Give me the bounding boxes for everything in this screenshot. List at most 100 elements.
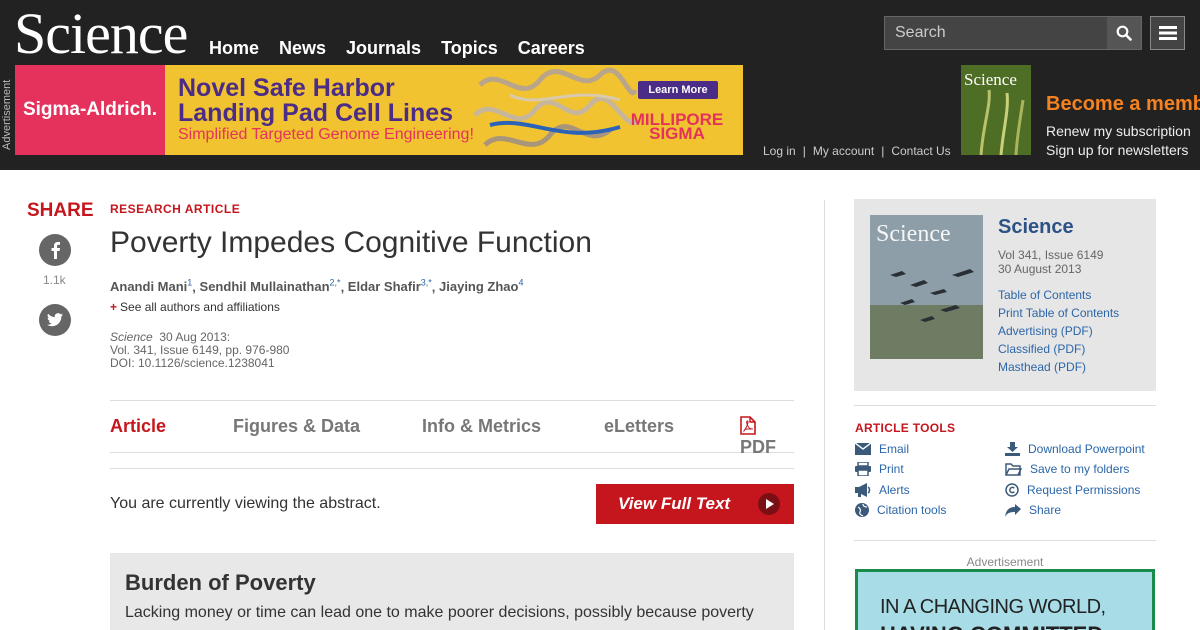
nav-news[interactable]: News (279, 38, 326, 59)
download-icon (1005, 442, 1020, 456)
advertisement-label: Advertisement (966, 555, 1044, 569)
article-type: RESEARCH ARTICLE (110, 202, 241, 216)
sidebar-ad-line2: HAVING COMMITTED (880, 622, 1103, 630)
print-toc-link[interactable]: Print Table of Contents (998, 304, 1119, 322)
renew-subscription-link[interactable]: Renew my subscription (1046, 122, 1191, 141)
twitter-icon (47, 313, 63, 327)
my-account-link[interactable]: My account (813, 144, 874, 158)
author-link[interactable]: Jiaying Zhao4 (439, 278, 523, 294)
birds-cover-image: Science (870, 215, 983, 359)
summary-title: Burden of Poverty (125, 570, 316, 595)
search-icon (1116, 25, 1132, 41)
folder-icon (1005, 462, 1022, 476)
tab-article[interactable]: Article (110, 416, 166, 437)
nav-topics[interactable]: Topics (441, 38, 498, 59)
become-member-link[interactable]: Become a member (1046, 93, 1200, 116)
issue-meta: Vol 341, Issue 6149 30 August 2013 (998, 248, 1103, 276)
user-links: Log in | My account | Contact Us (763, 144, 951, 158)
email-tool[interactable]: Email (855, 442, 909, 456)
tab-info-metrics[interactable]: Info & Metrics (422, 416, 541, 437)
facebook-share-count: 1.1k (43, 273, 66, 287)
banner-headline-line2: Landing Pad Cell Lines (178, 99, 454, 127)
tab-pdf[interactable]: PDF (740, 416, 794, 458)
sidebar-ad-line1: IN A CHANGING WORLD, (880, 596, 1106, 618)
editors-summary: Burden of Poverty Lacking money or time … (110, 553, 794, 630)
site-header: Science Home News Journals Topics Career… (0, 0, 1200, 170)
masthead-pdf-link[interactable]: Masthead (PDF) (998, 358, 1119, 376)
pdf-icon (740, 416, 756, 435)
subscription-links: Renew my subscription Sign up for newsle… (1046, 122, 1191, 160)
tab-pdf-label: PDF (740, 437, 776, 457)
svg-text:Science: Science (964, 70, 1017, 89)
magazine-cover-thumbnail[interactable]: Science (961, 65, 1031, 155)
learn-more-button[interactable]: Learn More (638, 81, 718, 99)
request-permissions-tool[interactable]: Request Permissions (1005, 483, 1140, 497)
alerts-tool[interactable]: Alerts (855, 483, 910, 497)
twitter-share-button[interactable] (39, 304, 71, 336)
science-logo[interactable]: Science (14, 2, 188, 66)
nav-home[interactable]: Home (209, 38, 259, 59)
banner-ad[interactable]: Sigma-Aldrich. Novel Safe Harbor Landing… (15, 65, 743, 155)
print-tool[interactable]: Print (855, 462, 904, 476)
banner-brand: Sigma-Aldrich. (15, 65, 165, 155)
author-list: Anandi Mani1, Sendhil Mullainathan2,*, E… (110, 278, 524, 295)
menu-button[interactable] (1150, 16, 1185, 50)
separator: | (881, 144, 885, 158)
advertising-pdf-link[interactable]: Advertising (PDF) (998, 322, 1119, 340)
alerts-label: Alerts (879, 483, 910, 497)
nav-careers[interactable]: Careers (518, 38, 585, 59)
issue-cover-image[interactable]: Science (870, 215, 983, 359)
view-full-text-label: View Full Text (618, 494, 731, 513)
citation-block: Science 30 Aug 2013: Vol. 341, Issue 614… (110, 331, 289, 370)
newsletters-link[interactable]: Sign up for newsletters (1046, 141, 1191, 160)
issue-journal-name[interactable]: Science (998, 216, 1074, 239)
citation-doi[interactable]: DOI: 10.1126/science.1238041 (110, 357, 289, 370)
share-arrow-icon (1005, 503, 1021, 517)
author-link[interactable]: Eldar Shafir3,* (348, 278, 432, 294)
article-tabs: Article Figures & Data Info & Metrics eL… (110, 400, 794, 457)
contact-us-link[interactable]: Contact Us (891, 144, 950, 158)
facebook-share-button[interactable] (39, 234, 71, 266)
banner-subline: Simplified Targeted Genome Engineering! (178, 126, 474, 143)
tab-figures-data[interactable]: Figures & Data (233, 416, 360, 437)
issue-date: 30 August 2013 (998, 262, 1082, 276)
search-input[interactable] (885, 17, 1107, 49)
email-label: Email (879, 442, 910, 456)
article-title: Poverty Impedes Cognitive Function (110, 226, 592, 259)
save-to-folders-tool[interactable]: Save to my folders (1005, 462, 1129, 476)
share-tool[interactable]: Share (1005, 503, 1061, 517)
author-link[interactable]: Sendhil Mullainathan2,* (200, 278, 341, 294)
plus-icon: + (110, 300, 118, 314)
hamburger-icon (1158, 26, 1177, 40)
divider (854, 540, 1156, 541)
see-all-label: See all authors and affiliations (120, 300, 280, 314)
copyright-icon (1005, 483, 1019, 497)
citation-tools-label: Citation tools (877, 503, 947, 517)
issue-volume: Vol 341, Issue 6149 (998, 248, 1104, 262)
request-permissions-label: Request Permissions (1027, 483, 1141, 497)
login-link[interactable]: Log in (763, 144, 796, 158)
view-full-text-button[interactable]: View Full Text (596, 484, 794, 524)
citation-journal: Science (110, 330, 153, 344)
millipore-sigma-logo: MILLIPORE SIGMA (627, 111, 727, 142)
search-button[interactable] (1107, 17, 1141, 49)
play-icon (758, 493, 780, 515)
main-nav: Home News Journals Topics Careers (209, 38, 585, 59)
citation-date: 30 Aug 2013: (159, 330, 231, 344)
tab-eletters[interactable]: eLetters (604, 416, 674, 437)
citation-tools[interactable]: Citation tools (855, 503, 946, 517)
svg-text:Science: Science (876, 221, 951, 247)
column-divider (824, 200, 825, 630)
share-label: Share (1029, 503, 1062, 517)
download-powerpoint-label: Download Powerpoint (1028, 442, 1145, 456)
nav-journals[interactable]: Journals (346, 38, 421, 59)
sidebar-ad[interactable]: IN A CHANGING WORLD, HAVING COMMITTED (855, 569, 1155, 630)
globe-icon (855, 503, 869, 517)
abstract-notice: You are currently viewing the abstract. (110, 495, 381, 512)
classified-pdf-link[interactable]: Classified (PDF) (998, 340, 1119, 358)
facebook-icon (51, 242, 60, 259)
author-link[interactable]: Anandi Mani1 (110, 278, 192, 294)
see-all-authors-toggle[interactable]: + See all authors and affiliations (110, 300, 280, 314)
table-of-contents-link[interactable]: Table of Contents (998, 286, 1119, 304)
download-powerpoint-tool[interactable]: Download Powerpoint (1005, 442, 1145, 456)
